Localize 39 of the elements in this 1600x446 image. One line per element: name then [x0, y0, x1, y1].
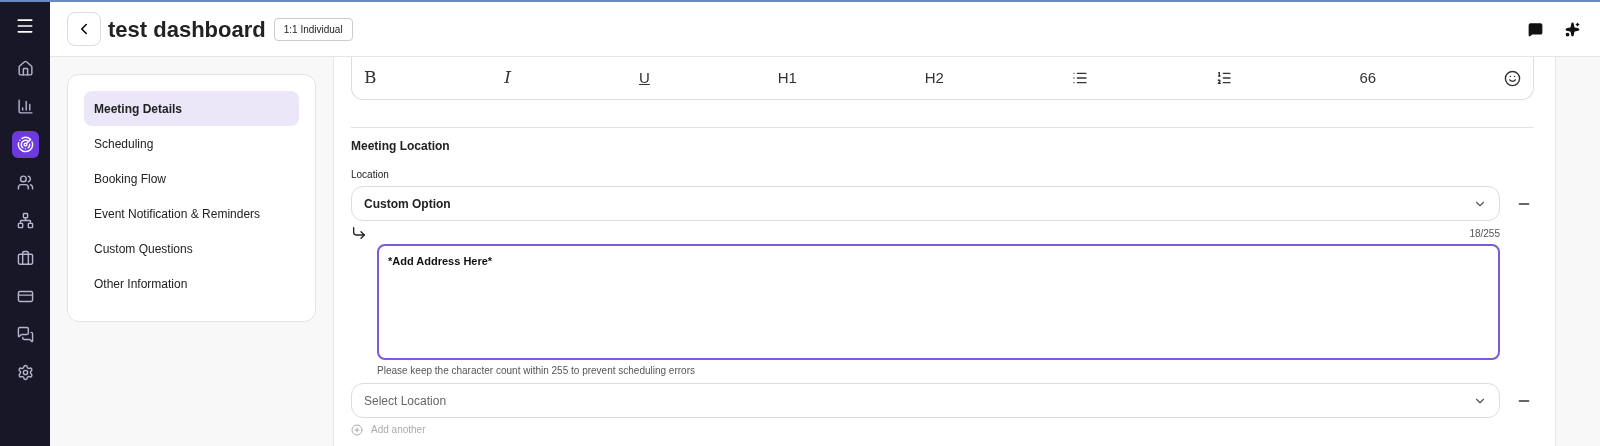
section-item[interactable]: Meeting Details: [84, 91, 299, 126]
radar-icon: [16, 136, 34, 153]
location-select[interactable]: Select Location: [351, 383, 1500, 418]
numbered-list-icon[interactable]: [1215, 70, 1232, 86]
chat-icon: [16, 326, 34, 343]
section-item[interactable]: Scheduling: [84, 126, 299, 161]
event-type-badge: 1:1 Individual: [273, 17, 353, 41]
page-title: test dashboard: [108, 15, 266, 44]
address-field[interactable]: *Add Address Here*: [377, 244, 1500, 360]
bold-button[interactable]: B: [364, 65, 377, 91]
bullet-list-icon[interactable]: [1071, 70, 1088, 86]
add-icon: [351, 423, 363, 436]
underline-button[interactable]: U: [638, 66, 650, 90]
emoji-icon[interactable]: [1504, 69, 1521, 87]
card-icon: [16, 288, 34, 305]
section-item[interactable]: Event Notification & Reminders: [84, 196, 299, 231]
comment-icon[interactable]: [1528, 21, 1543, 37]
menu-icon[interactable]: [15, 16, 35, 36]
format-button[interactable]: H1: [777, 66, 797, 90]
section-item[interactable]: Other Information: [84, 266, 299, 301]
people-icon: [16, 174, 34, 191]
nav-radar-button[interactable]: [11, 131, 39, 158]
character-count: 18/255: [1469, 227, 1500, 241]
italic-button[interactable]: I: [504, 65, 512, 91]
home-icon: [16, 60, 34, 77]
chart-icon: [16, 98, 34, 115]
section-heading: Meeting Location: [351, 138, 451, 155]
section-item[interactable]: Booking Flow: [84, 161, 299, 196]
section-item[interactable]: Custom Questions: [84, 231, 299, 266]
hierarchy-icon: [16, 212, 34, 229]
indent-arrow-icon: [351, 225, 367, 241]
field-label: Location: [351, 168, 390, 182]
hint-text: Please keep the character count within 255 to prevent scheduling errors: [377, 364, 696, 378]
format-button[interactable]: 66: [1359, 66, 1377, 90]
settings-icon: [16, 364, 34, 381]
sparkle-icon[interactable]: [1565, 21, 1580, 37]
location-select[interactable]: Custom Option: [351, 186, 1500, 221]
briefcase-icon: [16, 250, 34, 267]
format-button[interactable]: H2: [924, 66, 944, 90]
